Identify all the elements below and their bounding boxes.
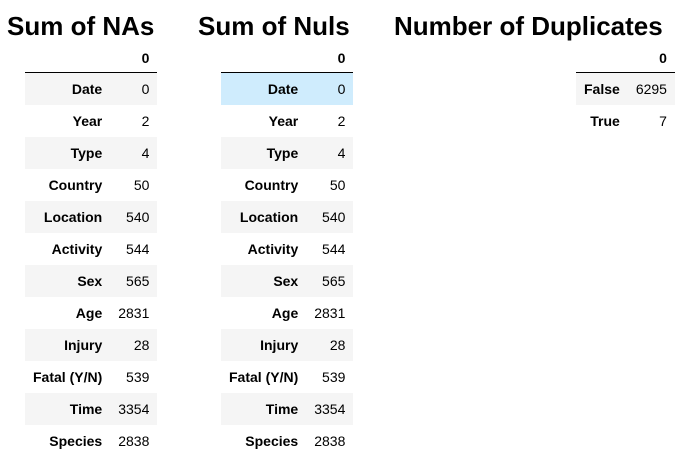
- table-row: Sex 565: [25, 265, 158, 297]
- row-value: 539: [322, 369, 346, 385]
- row-value: 7: [659, 113, 667, 129]
- row-value: 565: [322, 273, 346, 289]
- row-label: Fatal (Y/N): [33, 369, 103, 385]
- row-label: Year: [72, 113, 103, 129]
- row-label: Type: [266, 145, 299, 161]
- table-row: Date 0: [25, 72, 158, 105]
- row-value: 0: [141, 81, 150, 97]
- column-header: 0: [627, 43, 675, 73]
- table-row: Country 50: [25, 169, 157, 201]
- table-row: Age 2831: [221, 297, 353, 329]
- row-value: 2: [141, 113, 150, 129]
- row-label: Injury: [64, 337, 103, 353]
- column-header: 0: [110, 43, 158, 73]
- table-row: Activity 544: [221, 233, 353, 265]
- row-value: 540: [322, 209, 346, 225]
- table-row: Year 2: [25, 105, 157, 137]
- table-header-row: 0: [221, 43, 354, 73]
- row-label: False: [584, 81, 620, 97]
- table-row: Year 2: [221, 105, 353, 137]
- row-label: Country: [244, 177, 299, 193]
- table-row: False 6295: [576, 72, 675, 105]
- row-label: Year: [268, 113, 299, 129]
- table-row: Type 4: [221, 137, 354, 169]
- index-header: [25, 43, 111, 73]
- row-value: 28: [133, 337, 150, 353]
- table-row: Species 2838: [25, 425, 157, 457]
- row-value: 539: [126, 369, 150, 385]
- number-of-duplicates-title: Number of Duplicates: [394, 11, 663, 41]
- row-label: Date: [71, 81, 103, 97]
- row-label: Location: [43, 209, 103, 225]
- row-value: 2: [337, 113, 346, 129]
- sum-of-nas-title: Sum of NAs: [7, 11, 155, 41]
- table-row: True 7: [576, 105, 675, 137]
- row-value: 3354: [118, 401, 150, 417]
- table-row: Fatal (Y/N) 539: [25, 361, 157, 393]
- table-row: Type 4: [25, 137, 158, 169]
- sum-of-nas-table: 0 Date 0 Year 2 Type 4 Country 50 Location 54…: [25, 43, 158, 457]
- row-value: 2831: [314, 305, 346, 321]
- row-value: 2831: [118, 305, 150, 321]
- row-label: Sex: [77, 273, 103, 289]
- sum-of-nuls-table: 0 Date 0 Year 2 Type 4 Country 50 Location 54…: [221, 43, 354, 457]
- table-row: Fatal (Y/N) 539: [221, 361, 353, 393]
- table-header-row: 0: [576, 43, 675, 73]
- row-value: 50: [133, 177, 150, 193]
- sum-of-nuls-title: Sum of Nuls: [198, 11, 350, 41]
- table-row: Injury 28: [25, 329, 158, 361]
- table-row-hovered[interactable]: Date 0: [221, 72, 354, 105]
- table-row: Country 50: [221, 169, 353, 201]
- row-value: 6295: [635, 81, 667, 97]
- row-label: Country: [48, 177, 103, 193]
- row-label: Age: [75, 305, 103, 321]
- row-label: Fatal (Y/N): [229, 369, 299, 385]
- table-row: Time 3354: [25, 393, 158, 425]
- row-value: 3354: [314, 401, 346, 417]
- row-value: 0: [337, 81, 346, 97]
- table-row: Location 540: [25, 201, 158, 233]
- row-label: Age: [271, 305, 299, 321]
- table-header-row: 0: [25, 43, 158, 73]
- row-label: Date: [267, 81, 299, 97]
- row-label: Activity: [51, 241, 103, 257]
- row-label: Injury: [260, 337, 299, 353]
- row-value: 4: [337, 145, 346, 161]
- table-row: Species 2838: [221, 425, 353, 457]
- row-value: 28: [329, 337, 346, 353]
- row-label: Location: [239, 209, 299, 225]
- row-label: True: [590, 113, 620, 129]
- row-value: 540: [126, 209, 150, 225]
- table-row: Injury 28: [221, 329, 354, 361]
- row-value: 2838: [314, 433, 346, 449]
- column-header: 0: [306, 43, 354, 73]
- row-value: 2838: [118, 433, 150, 449]
- row-label: Species: [245, 433, 299, 449]
- row-value: 4: [141, 145, 150, 161]
- index-header: [576, 43, 628, 73]
- row-label: Species: [49, 433, 103, 449]
- row-value: 50: [329, 177, 346, 193]
- row-label: Time: [265, 401, 299, 417]
- number-of-duplicates-table: 0 False 6295 True 7: [576, 43, 675, 137]
- row-label: Sex: [273, 273, 299, 289]
- row-value: 544: [126, 241, 150, 257]
- table-row: Activity 544: [25, 233, 157, 265]
- row-label: Time: [69, 401, 103, 417]
- index-header: [221, 43, 307, 73]
- table-row: Sex 565: [221, 265, 354, 297]
- table-row: Time 3354: [221, 393, 354, 425]
- row-label: Activity: [247, 241, 299, 257]
- row-value: 544: [322, 241, 346, 257]
- table-row: Age 2831: [25, 297, 157, 329]
- table-row: Location 540: [221, 201, 354, 233]
- row-label: Type: [70, 145, 103, 161]
- row-value: 565: [126, 273, 150, 289]
